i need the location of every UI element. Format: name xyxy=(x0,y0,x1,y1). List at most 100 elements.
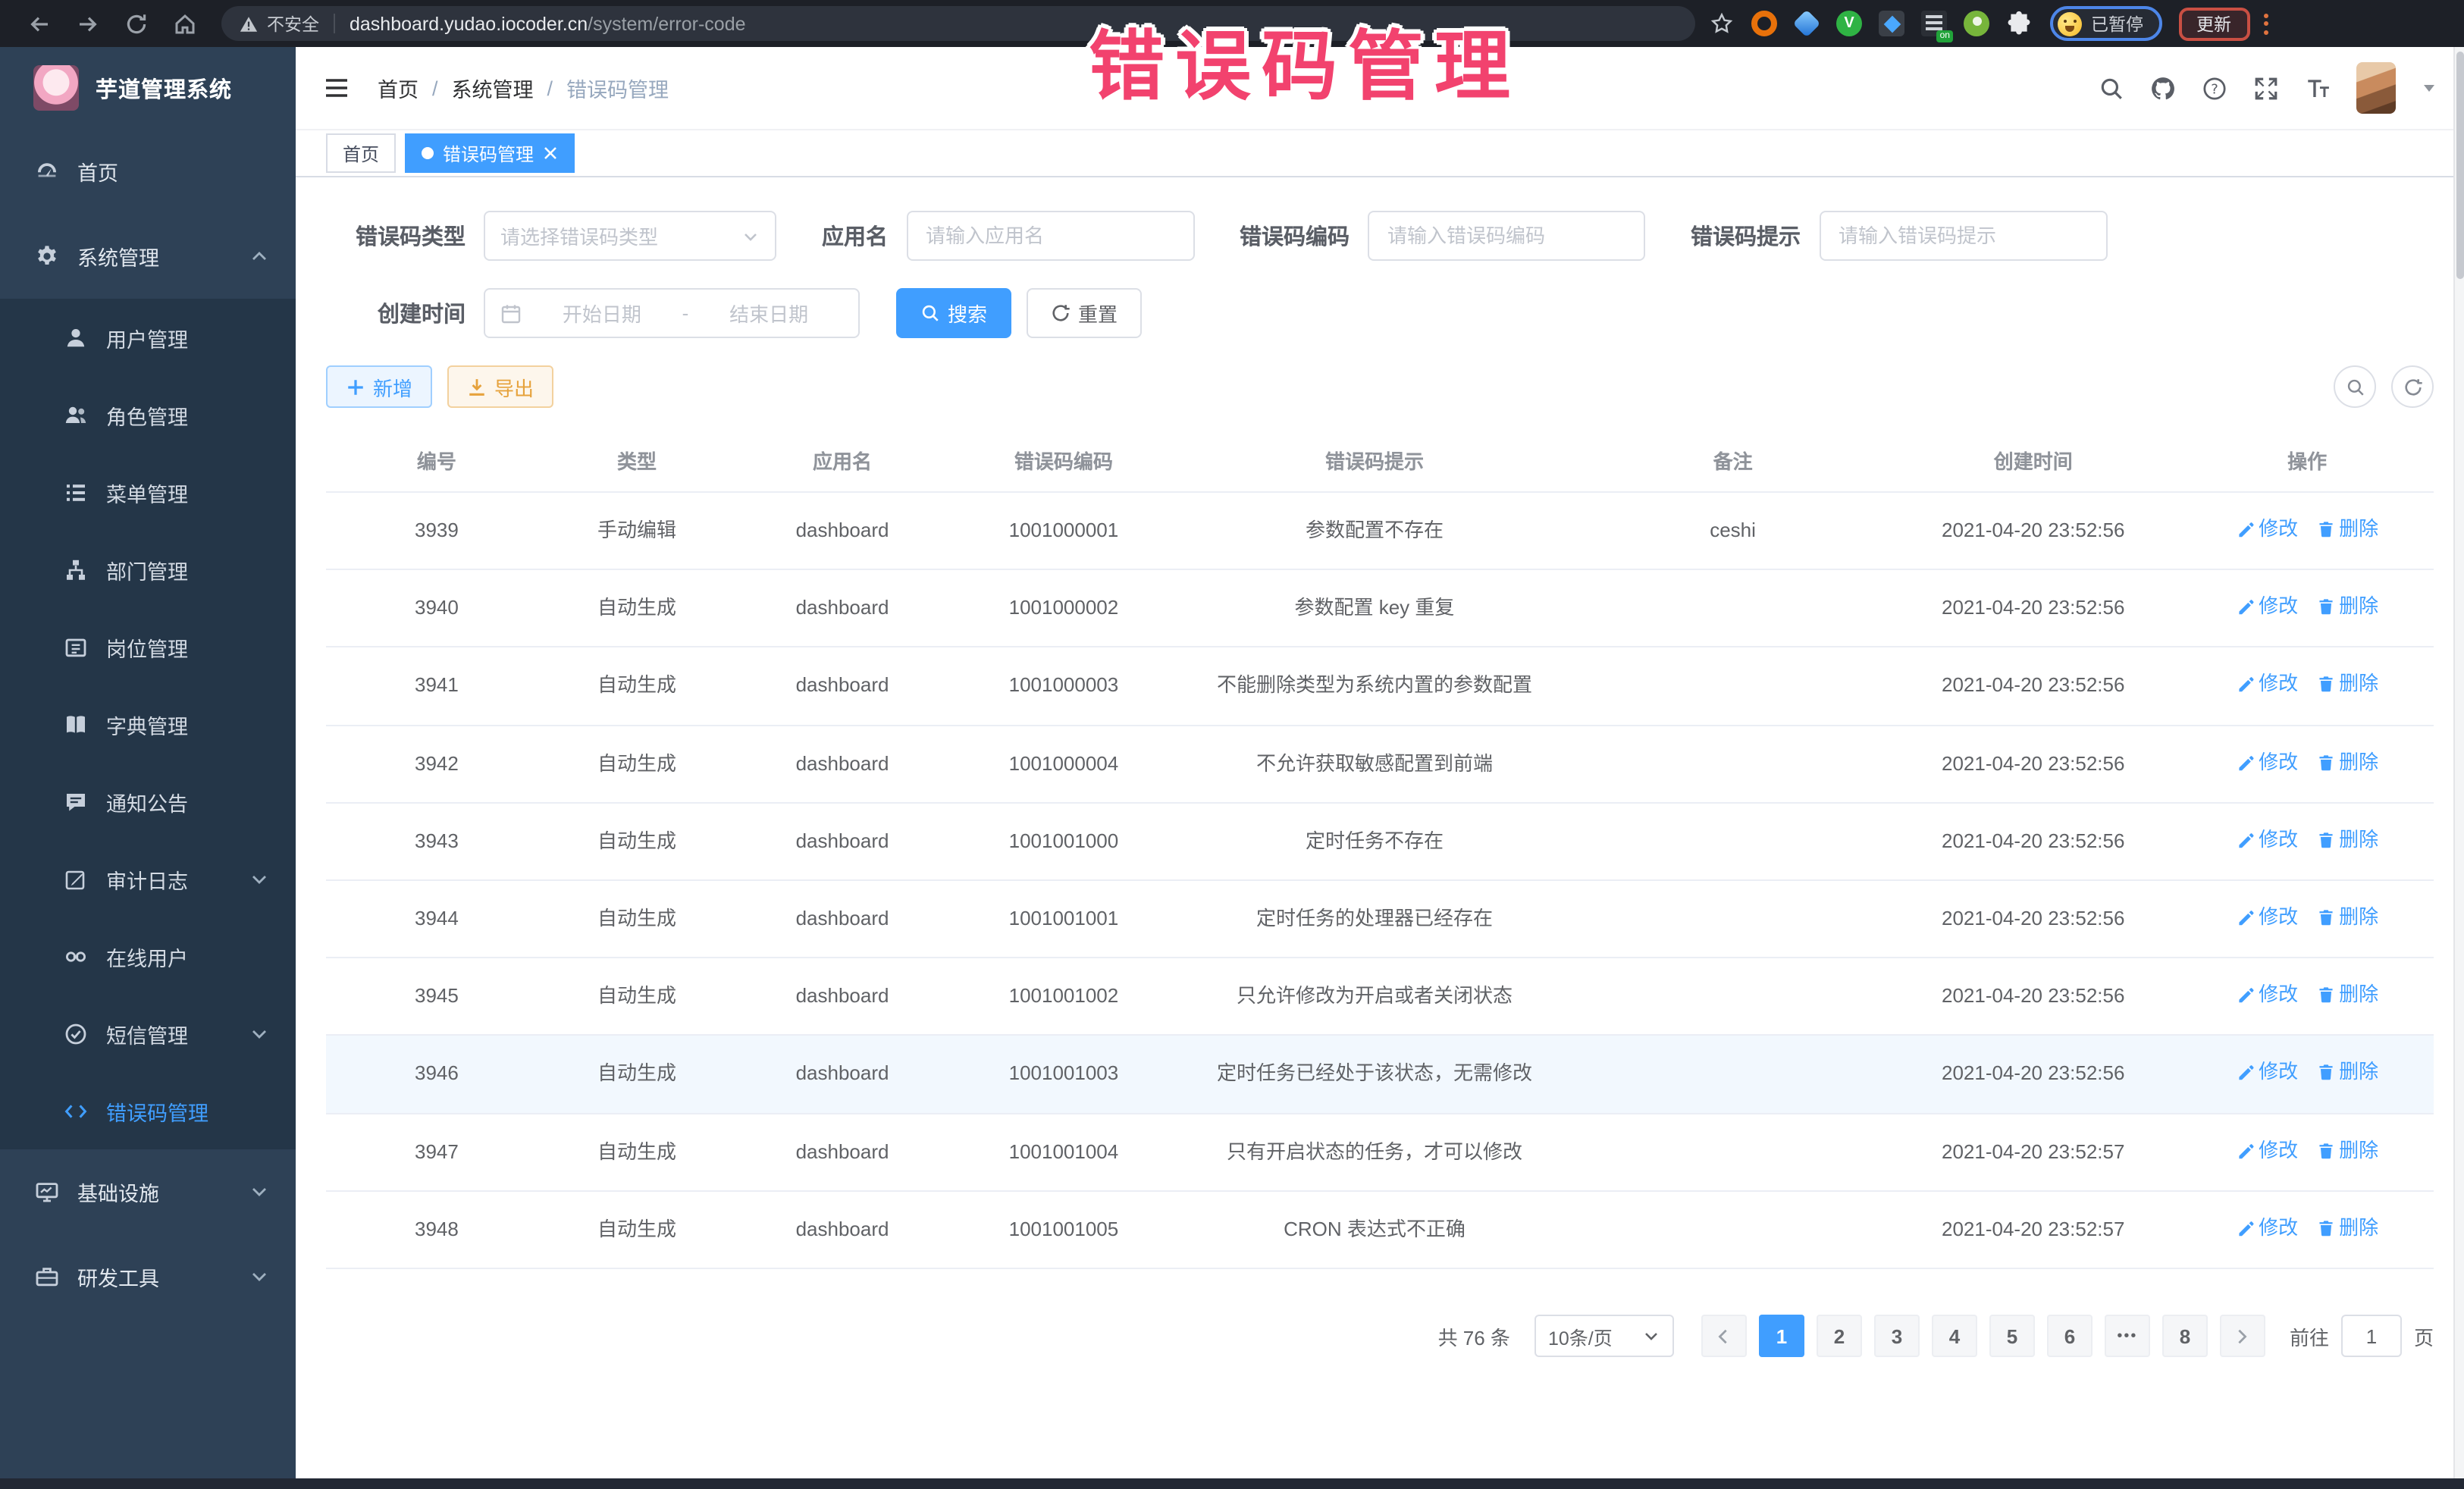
reset-button[interactable]: 重置 xyxy=(1027,288,1142,338)
fullscreen-icon[interactable] xyxy=(2253,75,2279,101)
page-button-2[interactable]: 2 xyxy=(1817,1315,1862,1357)
page-button-8[interactable]: 8 xyxy=(2162,1315,2208,1357)
reload-icon[interactable] xyxy=(124,11,149,36)
sidebar-item-errcode[interactable]: 错误码管理 xyxy=(0,1072,296,1149)
sidebar-item-online[interactable]: 在线用户 xyxy=(0,917,296,995)
page-button-3[interactable]: 3 xyxy=(1874,1315,1920,1357)
github-icon[interactable] xyxy=(2150,75,2176,101)
edit-button[interactable]: 修改 xyxy=(2236,747,2298,777)
page-button-4[interactable]: 4 xyxy=(1932,1315,1977,1357)
chevron-down-icon[interactable] xyxy=(2422,80,2437,96)
bookmark-star-icon[interactable] xyxy=(1710,12,1733,35)
page-size-select[interactable]: 10条/页 xyxy=(1535,1315,1674,1357)
page-scrollbar[interactable] xyxy=(2453,47,2464,1478)
hamburger-icon[interactable] xyxy=(323,74,350,102)
table-row: 3942自动生成dashboard1001000004不允许获取敏感配置到前端2… xyxy=(326,725,2434,802)
tab-error-code[interactable]: 错误码管理 xyxy=(405,133,575,173)
sidebar-item-menu[interactable]: 菜单管理 xyxy=(0,453,296,531)
goto-page-input[interactable] xyxy=(2341,1315,2402,1357)
edit-button[interactable]: 修改 xyxy=(2236,591,2298,622)
extension-proxy-icon[interactable]: on xyxy=(1921,11,1947,36)
search-icon[interactable] xyxy=(2099,75,2124,101)
extension-gem-icon[interactable] xyxy=(1794,11,1820,36)
breadcrumb-home[interactable]: 首页 xyxy=(378,73,419,103)
delete-button[interactable]: 删除 xyxy=(2316,1135,2378,1165)
browser-update-button[interactable]: 更新 xyxy=(2178,7,2249,40)
sidebar-item-infra[interactable]: 基础设施 xyxy=(0,1149,296,1234)
delete-button[interactable]: 删除 xyxy=(2316,980,2378,1010)
vue-devtools-icon[interactable]: V xyxy=(1836,11,1862,36)
edit-button[interactable]: 修改 xyxy=(2236,669,2298,700)
edit-button[interactable]: 修改 xyxy=(2236,1213,2298,1243)
edit-button[interactable]: 修改 xyxy=(2236,980,2298,1010)
extensions-puzzle-icon[interactable] xyxy=(2006,11,2032,36)
date-range-picker[interactable]: 开始日期 - 结束日期 xyxy=(484,288,860,338)
user-avatar[interactable] xyxy=(2356,62,2396,114)
tab-home[interactable]: 首页 xyxy=(326,133,396,173)
back-icon[interactable] xyxy=(27,11,52,36)
page-url[interactable]: dashboard.yudao.iocoder.cn/system/error-… xyxy=(350,13,746,34)
prev-page-button[interactable] xyxy=(1701,1315,1747,1357)
sidebar-item-label: 研发工具 xyxy=(77,1262,159,1292)
delete-button[interactable]: 删除 xyxy=(2316,825,2378,855)
extension-orange-icon[interactable] xyxy=(1751,11,1777,36)
extension-grid-icon[interactable] xyxy=(1879,11,1904,36)
page-ellipsis[interactable]: ••• xyxy=(2105,1315,2150,1357)
delete-button[interactable]: 删除 xyxy=(2316,669,2378,700)
edit-button[interactable]: 修改 xyxy=(2236,825,2298,855)
show-search-icon[interactable] xyxy=(2334,365,2376,408)
next-page-button[interactable] xyxy=(2220,1315,2265,1357)
sidebar-item-system[interactable]: 系统管理 xyxy=(0,214,296,299)
browser-menu-icon[interactable] xyxy=(2263,13,2268,34)
edit-button[interactable]: 修改 xyxy=(2236,1058,2298,1088)
forward-icon[interactable] xyxy=(76,11,100,36)
help-icon[interactable]: ? xyxy=(2202,75,2227,101)
page-button-1[interactable]: 1 xyxy=(1759,1315,1804,1357)
page-button-6[interactable]: 6 xyxy=(2047,1315,2093,1357)
chevron-down-icon xyxy=(250,1268,268,1286)
filter-create-time: 创建时间 开始日期 - 结束日期 xyxy=(326,288,860,338)
search-button[interactable]: 搜索 xyxy=(896,288,1011,338)
sidebar-item-sms[interactable]: 短信管理 xyxy=(0,995,296,1072)
home-icon[interactable] xyxy=(173,11,197,36)
sidebar-item-user[interactable]: 用户管理 xyxy=(0,299,296,376)
sidebar-item-role[interactable]: 角色管理 xyxy=(0,376,296,453)
sidebar-item-home[interactable]: 首页 xyxy=(0,129,296,214)
error-code-input[interactable] xyxy=(1368,211,1645,261)
export-button[interactable]: 导出 xyxy=(447,365,553,408)
sidebar-item-audit[interactable]: 审计日志 xyxy=(0,840,296,917)
delete-button[interactable]: 删除 xyxy=(2316,1213,2378,1243)
sidebar-item-notice[interactable]: 通知公告 xyxy=(0,763,296,840)
add-button[interactable]: 新增 xyxy=(326,365,432,408)
sidebar-item-dept[interactable]: 部门管理 xyxy=(0,531,296,608)
delete-button[interactable]: 删除 xyxy=(2316,747,2378,777)
delete-button[interactable]: 删除 xyxy=(2316,514,2378,544)
delete-button[interactable]: 删除 xyxy=(2316,591,2378,622)
extension-key-icon[interactable] xyxy=(1964,11,1989,36)
edit-button[interactable]: 修改 xyxy=(2236,902,2298,933)
delete-button[interactable]: 删除 xyxy=(2316,1058,2378,1088)
error-type-select[interactable]: 请选择错误码类型 xyxy=(484,211,776,261)
edit-button[interactable]: 修改 xyxy=(2236,1135,2298,1165)
edit-button[interactable]: 修改 xyxy=(2236,514,2298,544)
security-label[interactable]: 不安全 xyxy=(267,11,319,36)
sidebar-item-post[interactable]: 岗位管理 xyxy=(0,608,296,685)
app-logo-row[interactable]: 芋道管理系统 xyxy=(0,47,296,129)
close-icon[interactable] xyxy=(543,146,558,161)
app-name-input[interactable] xyxy=(906,211,1194,261)
cell-id: 3939 xyxy=(326,492,547,569)
page-button-5[interactable]: 5 xyxy=(1989,1315,2035,1357)
refresh-icon[interactable] xyxy=(2391,365,2434,408)
sidebar-item-dict[interactable]: 字典管理 xyxy=(0,685,296,763)
breadcrumb-system[interactable]: 系统管理 xyxy=(452,73,534,103)
goto-page: 前往 页 xyxy=(2290,1315,2434,1357)
font-size-icon[interactable] xyxy=(2305,75,2331,101)
delete-button[interactable]: 删除 xyxy=(2316,902,2378,933)
error-msg-input[interactable] xyxy=(1819,211,2107,261)
scrollbar-thumb[interactable] xyxy=(2456,52,2464,279)
browser-profile-badge[interactable]: 已暂停 xyxy=(2050,6,2161,41)
chat-icon xyxy=(64,1021,88,1045)
tree-icon xyxy=(64,557,88,581)
cell-code: 1001001001 xyxy=(958,880,1169,958)
sidebar-item-tool[interactable]: 研发工具 xyxy=(0,1234,296,1319)
